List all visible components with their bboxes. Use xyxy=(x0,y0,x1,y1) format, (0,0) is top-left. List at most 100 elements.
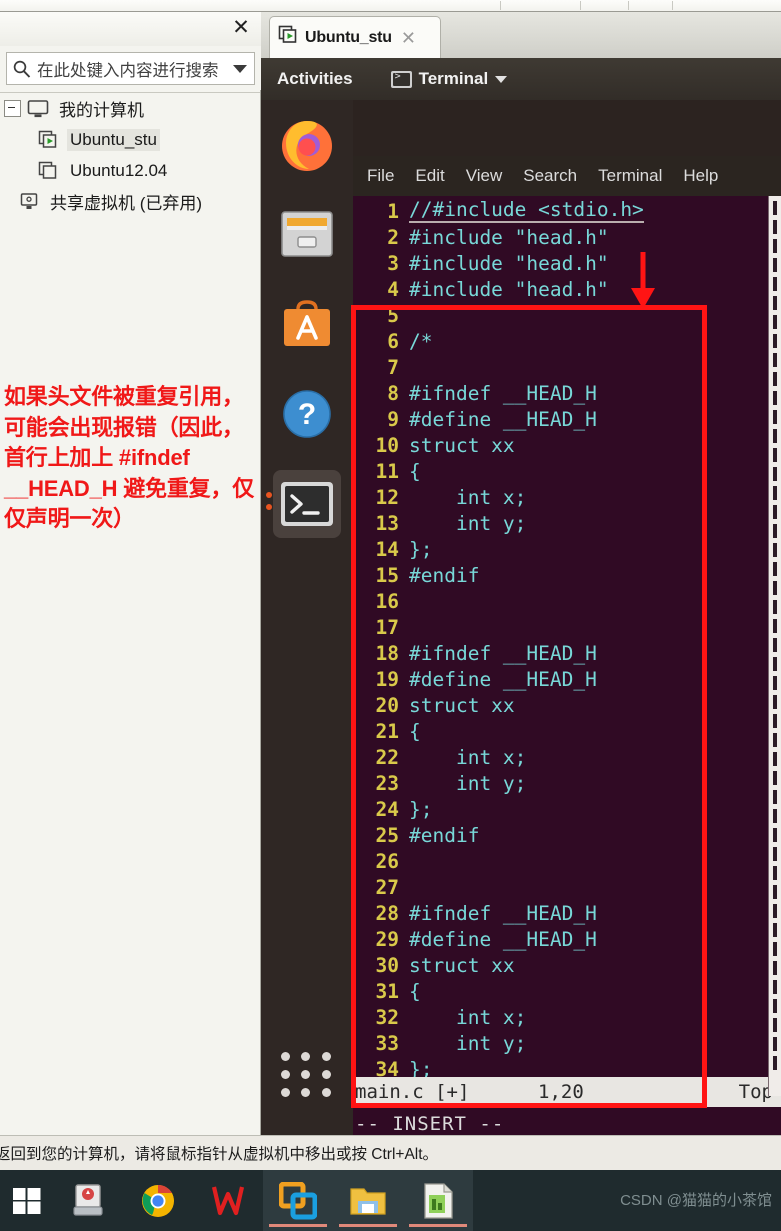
code-line: 18 #ifndef __HEAD_H xyxy=(353,640,781,666)
line-number: 6 xyxy=(387,329,399,353)
file-explorer-icon[interactable] xyxy=(333,1170,403,1231)
tree-item-label: 我的计算机 xyxy=(59,101,144,120)
code-line: 20 struct xx xyxy=(353,692,781,718)
code-text: int x; xyxy=(409,485,527,509)
code-text: /* xyxy=(409,329,433,353)
collapse-icon[interactable] xyxy=(4,100,21,117)
backup-tool-icon[interactable] xyxy=(53,1170,123,1231)
chevron-down-icon[interactable] xyxy=(226,53,254,84)
tree-item-label: Ubuntu12.04 xyxy=(70,160,168,180)
line-number: 16 xyxy=(375,589,399,613)
line-number: 18 xyxy=(375,641,399,665)
library-header: ✕ xyxy=(0,12,261,46)
help-icon[interactable]: ? xyxy=(273,380,341,448)
firefox-icon[interactable] xyxy=(273,110,341,178)
terminal-icon[interactable] xyxy=(266,470,341,538)
code-line: 34}; xyxy=(353,1056,781,1078)
menu-edit[interactable]: Edit xyxy=(415,166,444,186)
wps-icon[interactable] xyxy=(193,1170,263,1231)
scrollbar-segment xyxy=(773,904,777,918)
menu-terminal[interactable]: Terminal xyxy=(598,166,662,186)
vm-tree: 我的计算机 Ubuntu_stu Ubuntu12.04 共享虚拟机 (已弃用) xyxy=(0,92,260,1134)
library-search-row: 在此处键入内容进行搜索 xyxy=(0,46,261,90)
scrollbar-segment xyxy=(773,980,777,994)
files-icon[interactable] xyxy=(273,200,341,268)
line-number: 12 xyxy=(375,485,399,509)
line-number: 17 xyxy=(375,615,399,639)
menu-search[interactable]: Search xyxy=(523,166,577,186)
ubuntu-software-icon[interactable] xyxy=(273,290,341,358)
close-icon[interactable]: ✕ xyxy=(401,29,416,47)
code-line: 33 int y; xyxy=(353,1030,781,1056)
terminal-icon xyxy=(390,70,412,88)
code-text: struct xx xyxy=(409,693,515,717)
tab-ubuntu-stu[interactable]: Ubuntu_stu ✕ xyxy=(269,16,441,58)
tree-item-shared-vms[interactable]: 共享虚拟机 (已弃用) xyxy=(0,186,260,217)
vim-cursor-position: 1,20 xyxy=(538,1081,584,1103)
menu-view[interactable]: View xyxy=(466,166,503,186)
code-text: #include "head.h" xyxy=(409,251,609,275)
code-line: 3 #include "head.h" xyxy=(353,250,781,276)
line-number: 7 xyxy=(387,355,399,379)
line-number: 2 xyxy=(387,225,399,249)
line-number: 24 xyxy=(375,797,399,821)
tree-item-ubuntu-stu[interactable]: Ubuntu_stu xyxy=(0,124,260,155)
code-line: 11 { xyxy=(353,458,781,484)
scrollbar-segment xyxy=(773,429,777,443)
vm-icon xyxy=(38,161,60,181)
code-line: 30 struct xx xyxy=(353,952,781,978)
chrome-icon[interactable] xyxy=(123,1170,193,1231)
line-number: 32 xyxy=(375,1005,399,1029)
annotation-text: 如果头文件被重复引用，可能会出现报错（因此，首行上加上 #ifndef __HE… xyxy=(4,384,255,531)
gnome-app-menu[interactable]: Terminal xyxy=(390,69,508,89)
scrollbar-segment xyxy=(773,942,777,956)
line-number: 3 xyxy=(387,251,399,275)
scrollbar-segment xyxy=(773,619,777,633)
line-number: 31 xyxy=(375,979,399,1003)
menu-file[interactable]: File xyxy=(367,166,394,186)
scrollbar-segment xyxy=(773,695,777,709)
scrollbar-segment xyxy=(773,1056,777,1070)
code-line: 14}; xyxy=(353,536,781,562)
code-text: #ifndef __HEAD_H xyxy=(409,381,597,405)
toolbar-tick xyxy=(580,1,581,10)
scrollbar-segment xyxy=(773,543,777,557)
chevron-down-icon[interactable] xyxy=(495,75,508,83)
vim-editor-buffer[interactable]: 1//#include <stdio.h> 2 #include "head.h" 3… xyxy=(353,196,781,1077)
tree-item-label: Ubuntu_stu xyxy=(67,128,160,151)
code-text: #define __HEAD_H xyxy=(409,407,597,431)
line-number: 1 xyxy=(387,199,399,223)
tree-item-my-computer[interactable]: 我的计算机 xyxy=(0,93,260,124)
scrollbar-segment xyxy=(773,809,777,823)
line-number: 9 xyxy=(387,407,399,431)
search-input[interactable]: 在此处键入内容进行搜索 xyxy=(6,52,255,85)
scrollbar-segment xyxy=(773,334,777,348)
code-line: 32 int x; xyxy=(353,1004,781,1030)
code-line: 9 #define __HEAD_H xyxy=(353,406,781,432)
hint-text: 返回到您的计算机，请将鼠标指针从虚拟机中移出或按 Ctrl+Alt。 xyxy=(0,1146,439,1163)
line-number: 28 xyxy=(375,901,399,925)
menu-help[interactable]: Help xyxy=(683,166,718,186)
line-number: 25 xyxy=(375,823,399,847)
code-text: #define __HEAD_H xyxy=(409,667,597,691)
code-line: 15 #endif xyxy=(353,562,781,588)
start-button[interactable] xyxy=(0,1170,53,1231)
code-line: 7 xyxy=(353,354,781,380)
shared-vm-icon xyxy=(18,192,40,212)
scrollbar-segment xyxy=(773,581,777,595)
code-line: 29 #define __HEAD_H xyxy=(353,926,781,952)
code-line: 25 #endif xyxy=(353,822,781,848)
tree-item-ubuntu-1204[interactable]: Ubuntu12.04 xyxy=(0,155,260,186)
show-applications-icon[interactable] xyxy=(281,1052,333,1097)
code-text: { xyxy=(409,459,421,483)
line-number: 21 xyxy=(375,719,399,743)
spreadsheet-icon[interactable] xyxy=(403,1170,473,1231)
code-line: 23 int y; xyxy=(353,770,781,796)
activities-button[interactable]: Activities xyxy=(277,69,353,89)
vm-library-pane: ✕ 在此处键入内容进行搜索 我的计算机 Ubuntu_stu Ubuntu12.… xyxy=(0,12,261,1135)
terminal-scrollbar[interactable] xyxy=(768,196,781,1096)
scrollbar-segment xyxy=(773,638,777,652)
close-icon[interactable]: ✕ xyxy=(229,17,253,41)
vmware-icon[interactable] xyxy=(263,1170,333,1231)
scrollbar-segment xyxy=(773,828,777,842)
